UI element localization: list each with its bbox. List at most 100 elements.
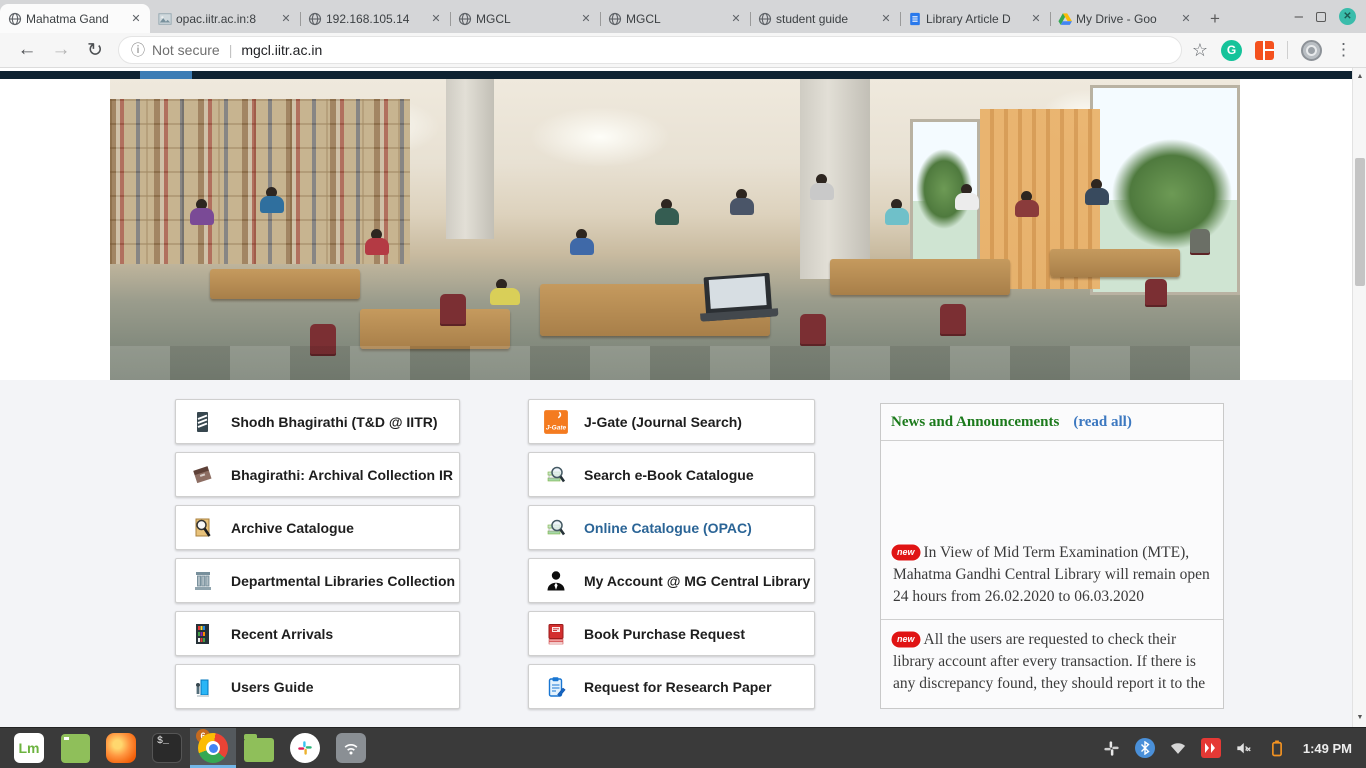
tab-title: My Drive - Goo: [1076, 12, 1175, 26]
file-manager-launcher[interactable]: [236, 728, 282, 768]
bookmark-star-icon[interactable]: ☆: [1192, 40, 1208, 61]
thesis-book-icon: [189, 408, 216, 435]
tab-close-icon[interactable]: ✕: [279, 12, 293, 26]
screenshot-extension-icon[interactable]: [1255, 41, 1274, 60]
address-bar[interactable]: ⓘ Not secure | mgcl.iitr.ac.in: [118, 36, 1182, 64]
show-desktop-button[interactable]: [52, 728, 98, 768]
quick-link-label: Departmental Libraries Collection: [231, 573, 455, 589]
globe-icon: [757, 11, 772, 26]
library-photo-banner: [110, 79, 1240, 380]
tab-mahatma-gandhi[interactable]: Mahatma Gand ✕: [0, 4, 150, 33]
screen: Mahatma Gand ✕ opac.iitr.ac.in:8 ✕ 192.1…: [0, 0, 1366, 768]
refresh-button[interactable]: ↻: [78, 39, 112, 62]
quick-link-jgate[interactable]: J-Gate J-Gate (Journal Search): [528, 399, 815, 444]
opac-search-icon: [542, 514, 569, 541]
quick-link-opac[interactable]: Online Catalogue (OPAC): [528, 505, 815, 550]
firefox-launcher[interactable]: [98, 728, 144, 768]
slack-launcher[interactable]: [282, 728, 328, 768]
library-photo-chair: [940, 304, 966, 334]
library-photo-chair: [1145, 279, 1167, 305]
extension-roundel-icon[interactable]: [1301, 40, 1322, 61]
quick-link-shodh-bhagirathi[interactable]: Shodh Bhagirathi (T&D @ IITR): [175, 399, 460, 444]
quick-link-departmental-libraries[interactable]: Departmental Libraries Collection: [175, 558, 460, 603]
news-scroll-gap: [881, 441, 1223, 533]
tab-close-icon[interactable]: ✕: [579, 12, 593, 26]
tab-mgcl-2[interactable]: MGCL ✕: [600, 4, 750, 33]
quick-link-archive-catalogue[interactable]: Archive Catalogue: [175, 505, 460, 550]
close-window-button[interactable]: ✕: [1339, 8, 1356, 25]
tab-close-icon[interactable]: ✕: [879, 12, 893, 26]
library-photo-table: [1050, 249, 1180, 277]
page-navbar-active-item[interactable]: [140, 71, 192, 79]
quick-link-label: Online Catalogue (OPAC): [584, 520, 752, 536]
news-read-all-link[interactable]: (read all): [1073, 414, 1131, 431]
library-photo-table: [360, 309, 510, 349]
quick-link-my-account[interactable]: My Account @ MG Central Library: [528, 558, 815, 603]
tab-title: student guide: [776, 12, 875, 26]
quick-link-bhagirathi-archival[interactable]: Bhagirathi: Archival Collection IR: [175, 452, 460, 497]
tab-opac[interactable]: opac.iitr.ac.in:8 ✕: [150, 4, 300, 33]
tab-title: opac.iitr.ac.in:8: [176, 12, 275, 26]
user-silhouette-icon: [542, 567, 569, 594]
bluetooth-icon[interactable]: [1134, 737, 1156, 759]
clipboard-pencil-icon: [542, 673, 569, 700]
quick-link-label: J-Gate (Journal Search): [584, 414, 742, 430]
tab-close-icon[interactable]: ✕: [429, 12, 443, 26]
quick-link-book-purchase[interactable]: Book Purchase Request: [528, 611, 815, 656]
anydesk-icon[interactable]: [1200, 737, 1222, 759]
chrome-launcher[interactable]: 6: [190, 728, 236, 768]
grammarly-extension-icon[interactable]: G: [1221, 40, 1242, 61]
taskbar-apps: Lm $_ 6: [6, 728, 374, 768]
new-tab-button[interactable]: +: [1200, 4, 1230, 33]
quick-link-users-guide[interactable]: Users Guide: [175, 664, 460, 709]
wifi-status-icon[interactable]: [1167, 737, 1189, 759]
news-header: News and Announcements (read all): [881, 404, 1223, 441]
slack-tray-icon[interactable]: [1101, 737, 1123, 759]
tab-title: MGCL: [626, 12, 725, 26]
library-building-icon: [189, 567, 216, 594]
url-text[interactable]: mgcl.iitr.ac.in: [241, 42, 322, 58]
taskbar-clock[interactable]: 1:49 PM: [1303, 741, 1352, 756]
tab-close-icon[interactable]: ✕: [129, 12, 143, 26]
quick-link-recent-arrivals[interactable]: Recent Arrivals: [175, 611, 460, 656]
maximize-button[interactable]: [1316, 12, 1326, 22]
quick-links-middle-column: J-Gate J-Gate (Journal Search) Search e-…: [528, 399, 815, 717]
network-settings-launcher[interactable]: [328, 728, 374, 768]
browser-menu-icon[interactable]: ⋮: [1335, 40, 1352, 60]
mint-logo-icon: Lm: [14, 733, 44, 763]
chrome-icon: [198, 733, 228, 763]
tab-ip-address[interactable]: 192.168.105.14 ✕: [300, 4, 450, 33]
archive-search-icon: [189, 514, 216, 541]
forward-button[interactable]: →: [44, 39, 78, 61]
quick-link-ebook-catalogue[interactable]: Search e-Book Catalogue: [528, 452, 815, 497]
browser-toolbar: ← → ↻ ⓘ Not secure | mgcl.iitr.ac.in ☆ G…: [0, 33, 1366, 68]
terminal-launcher[interactable]: $_: [144, 728, 190, 768]
ebook-search-icon: [542, 461, 569, 488]
scrollbar-thumb[interactable]: [1355, 158, 1365, 286]
bookshelf-icon: [189, 620, 216, 647]
tab-title: 192.168.105.14: [326, 12, 425, 26]
scroll-down-arrow[interactable]: ▼: [1353, 711, 1366, 725]
library-photo-chair: [800, 314, 826, 344]
tab-mgcl-1[interactable]: MGCL ✕: [450, 4, 600, 33]
news-title: News and Announcements: [891, 414, 1059, 431]
firefox-icon: [106, 733, 136, 763]
back-button[interactable]: ←: [10, 39, 44, 61]
tab-close-icon[interactable]: ✕: [729, 12, 743, 26]
quick-link-research-paper[interactable]: Request for Research Paper: [528, 664, 815, 709]
info-icon[interactable]: ⓘ: [131, 40, 145, 60]
volume-muted-icon[interactable]: [1233, 737, 1255, 759]
tab-close-icon[interactable]: ✕: [1029, 12, 1043, 26]
toolbar-right: ☆ G ⋮: [1192, 40, 1356, 61]
tab-my-drive[interactable]: My Drive - Goo ✕: [1050, 4, 1200, 33]
tab-student-guide[interactable]: student guide ✕: [750, 4, 900, 33]
library-photo-laptop: [704, 273, 773, 321]
slack-icon: [290, 733, 320, 763]
tab-close-icon[interactable]: ✕: [1179, 12, 1193, 26]
minimize-button[interactable]: –: [1295, 12, 1303, 22]
scroll-up-arrow[interactable]: ▲: [1353, 70, 1366, 84]
page-scrollbar[interactable]: ▲ ▼: [1352, 68, 1366, 727]
tab-library-article[interactable]: Library Article D ✕: [900, 4, 1050, 33]
battery-icon[interactable]: [1266, 737, 1288, 759]
mint-menu-button[interactable]: Lm: [6, 728, 52, 768]
